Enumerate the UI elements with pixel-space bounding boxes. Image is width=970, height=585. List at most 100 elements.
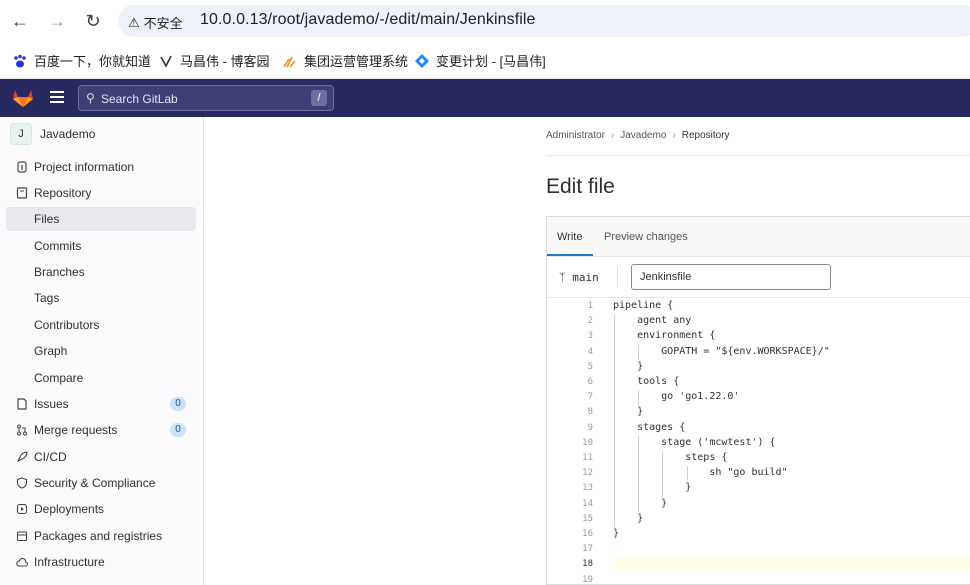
branch-icon: ᛉ: [559, 271, 566, 284]
line-number: 1: [587, 301, 593, 311]
forward-icon[interactable]: →: [45, 9, 69, 33]
sidebar-item-files[interactable]: Files: [6, 207, 196, 231]
code-line[interactable]: GOPATH = "${env.WORKSPACE}/": [613, 346, 830, 357]
code-line[interactable]: agent any: [613, 315, 691, 326]
url-text[interactable]: 10.0.0.13/root/javademo/-/edit/main/Jenk…: [200, 11, 536, 29]
gitlab-header: ⚲ Search GitLab /: [0, 79, 970, 117]
sidebar-item-project-information[interactable]: Project information: [0, 155, 204, 179]
line-number: 3: [587, 331, 593, 342]
baidu-paw-icon: [14, 54, 26, 67]
search-input[interactable]: ⚲ Search GitLab /: [78, 85, 334, 111]
sidebar-item-packages-registries[interactable]: Packages and registries: [0, 524, 204, 548]
cnblogs-icon: [160, 55, 172, 68]
indent-guide: [638, 344, 640, 360]
code-editor[interactable]: 1 pipeline {2 agent any 3 environment {4 G…: [547, 299, 970, 585]
code-line[interactable]: environment {: [613, 330, 715, 341]
line-number: 2: [587, 316, 593, 327]
merge-requests-count-badge: 0: [170, 423, 186, 437]
project-sidebar: J Javademo Project information Repositor…: [0, 117, 204, 585]
code-line[interactable]: stages {: [613, 422, 685, 433]
info-icon: [17, 161, 27, 173]
line-number: 8: [587, 407, 593, 418]
reload-icon[interactable]: ↻: [81, 9, 105, 33]
search-shortcut-badge: /: [311, 90, 327, 106]
address-bar[interactable]: ⚠ 不安全 10.0.0.13/root/javademo/-/edit/mai…: [118, 5, 970, 37]
sidebar-item-graph[interactable]: Graph: [0, 339, 204, 363]
file-name-input[interactable]: [631, 264, 831, 290]
code-line[interactable]: tools {: [613, 376, 679, 387]
project-title[interactable]: J Javademo: [10, 123, 95, 145]
code-line[interactable]: go 'go1.22.0': [613, 391, 739, 402]
sidebar-item-deployments[interactable]: Deployments: [0, 497, 204, 521]
rocket-icon: [16, 451, 28, 463]
code-line[interactable]: }: [613, 406, 643, 417]
indent-guide: [614, 314, 615, 527]
editor-tabs: Write Preview changes: [547, 217, 970, 257]
code-line[interactable]: }: [613, 482, 691, 493]
code-line[interactable]: }: [613, 498, 667, 509]
indent-guide: [638, 435, 640, 512]
line-number: 13: [582, 483, 593, 494]
code-line[interactable]: }: [613, 528, 619, 539]
indent-guide: [686, 466, 688, 482]
line-number: 7: [587, 392, 593, 403]
book-icon: [16, 187, 28, 199]
merge-request-icon: [17, 424, 27, 436]
sidebar-item-merge-requests[interactable]: Merge requests 0: [0, 418, 204, 442]
deploy-icon: [16, 503, 28, 515]
breadcrumb-javademo[interactable]: Javademo: [620, 130, 666, 141]
package-icon: [16, 531, 28, 542]
sidebar-item-security-compliance[interactable]: Security & Compliance: [0, 471, 204, 495]
menu-icon[interactable]: [50, 91, 64, 103]
gitlab-logo-icon[interactable]: [12, 88, 34, 108]
line-number: 9: [587, 422, 593, 433]
line-number: 16: [582, 529, 593, 539]
sidebar-item-branches[interactable]: Branches: [0, 260, 204, 284]
bookmark-ops-system[interactable]: 集团运营管理系统: [282, 51, 408, 70]
sidebar-item-repository[interactable]: Repository: [0, 181, 204, 205]
code-line[interactable]: }: [613, 361, 643, 372]
line-number: 15: [582, 513, 593, 524]
tab-write[interactable]: Write: [557, 231, 582, 243]
breadcrumb-repository[interactable]: Repository: [682, 130, 730, 141]
jira-icon: [415, 53, 429, 68]
code-line[interactable]: sh "go build": [613, 467, 787, 478]
issues-icon: [17, 398, 27, 410]
file-editor: Write Preview changes ᛉ main 1 pipeline {…: [546, 216, 970, 585]
line-number: 19: [582, 574, 593, 585]
bookmark-baidu[interactable]: 百度一下，你就知道: [12, 51, 151, 70]
sidebar-item-infrastructure[interactable]: Infrastructure: [0, 550, 204, 574]
sidebar-item-tags[interactable]: Tags: [0, 286, 204, 310]
tab-preview-changes[interactable]: Preview changes: [604, 231, 688, 243]
branch-label: ᛉ main: [559, 271, 599, 284]
cloud-icon: [16, 557, 28, 567]
back-icon[interactable]: ←: [8, 9, 32, 33]
search-icon: ⚲: [86, 91, 95, 105]
sidebar-item-ci-cd[interactable]: CI/CD: [0, 445, 204, 469]
line-number: 17: [582, 544, 593, 555]
code-line[interactable]: }: [613, 513, 643, 524]
browser-toolbar: ← → ↻ ⚠ 不安全 10.0.0.13/root/javademo/-/ed…: [0, 0, 970, 42]
sidebar-item-issues[interactable]: Issues 0: [0, 392, 204, 416]
bookmark-change-plan[interactable]: 变更计划 - [马昌伟]: [414, 51, 546, 70]
bookmarks-bar: 百度一下，你就知道 马昌伟 - 博客园 集团运营管理系统 变更计划 - [马昌伟…: [0, 42, 970, 79]
breadcrumb-separator-icon: ›: [672, 130, 676, 141]
issues-count-badge: 0: [170, 397, 186, 411]
bookmark-cnblogs[interactable]: 马昌伟 - 博客园: [158, 51, 270, 70]
line-number: 12: [582, 468, 593, 479]
security-indicator[interactable]: ⚠ 不安全: [128, 13, 183, 32]
indent-guide: [662, 451, 664, 497]
sidebar-item-commits[interactable]: Commits: [0, 234, 204, 258]
line-number: 5: [587, 361, 593, 372]
page-title: Edit file: [546, 175, 615, 198]
file-header: ᛉ main: [547, 257, 970, 298]
code-line[interactable]: pipeline {: [613, 300, 673, 311]
line-number: 18: [582, 559, 593, 570]
code-line[interactable]: steps {: [613, 452, 727, 463]
shield-icon: [16, 477, 28, 489]
breadcrumb-administrator[interactable]: Administrator: [546, 130, 605, 141]
sidebar-item-contributors[interactable]: Contributors: [0, 313, 204, 337]
spark-icon: [283, 56, 296, 68]
breadcrumb: Administrator › Javademo › Repository: [546, 130, 730, 141]
sidebar-item-compare[interactable]: Compare: [0, 366, 204, 390]
